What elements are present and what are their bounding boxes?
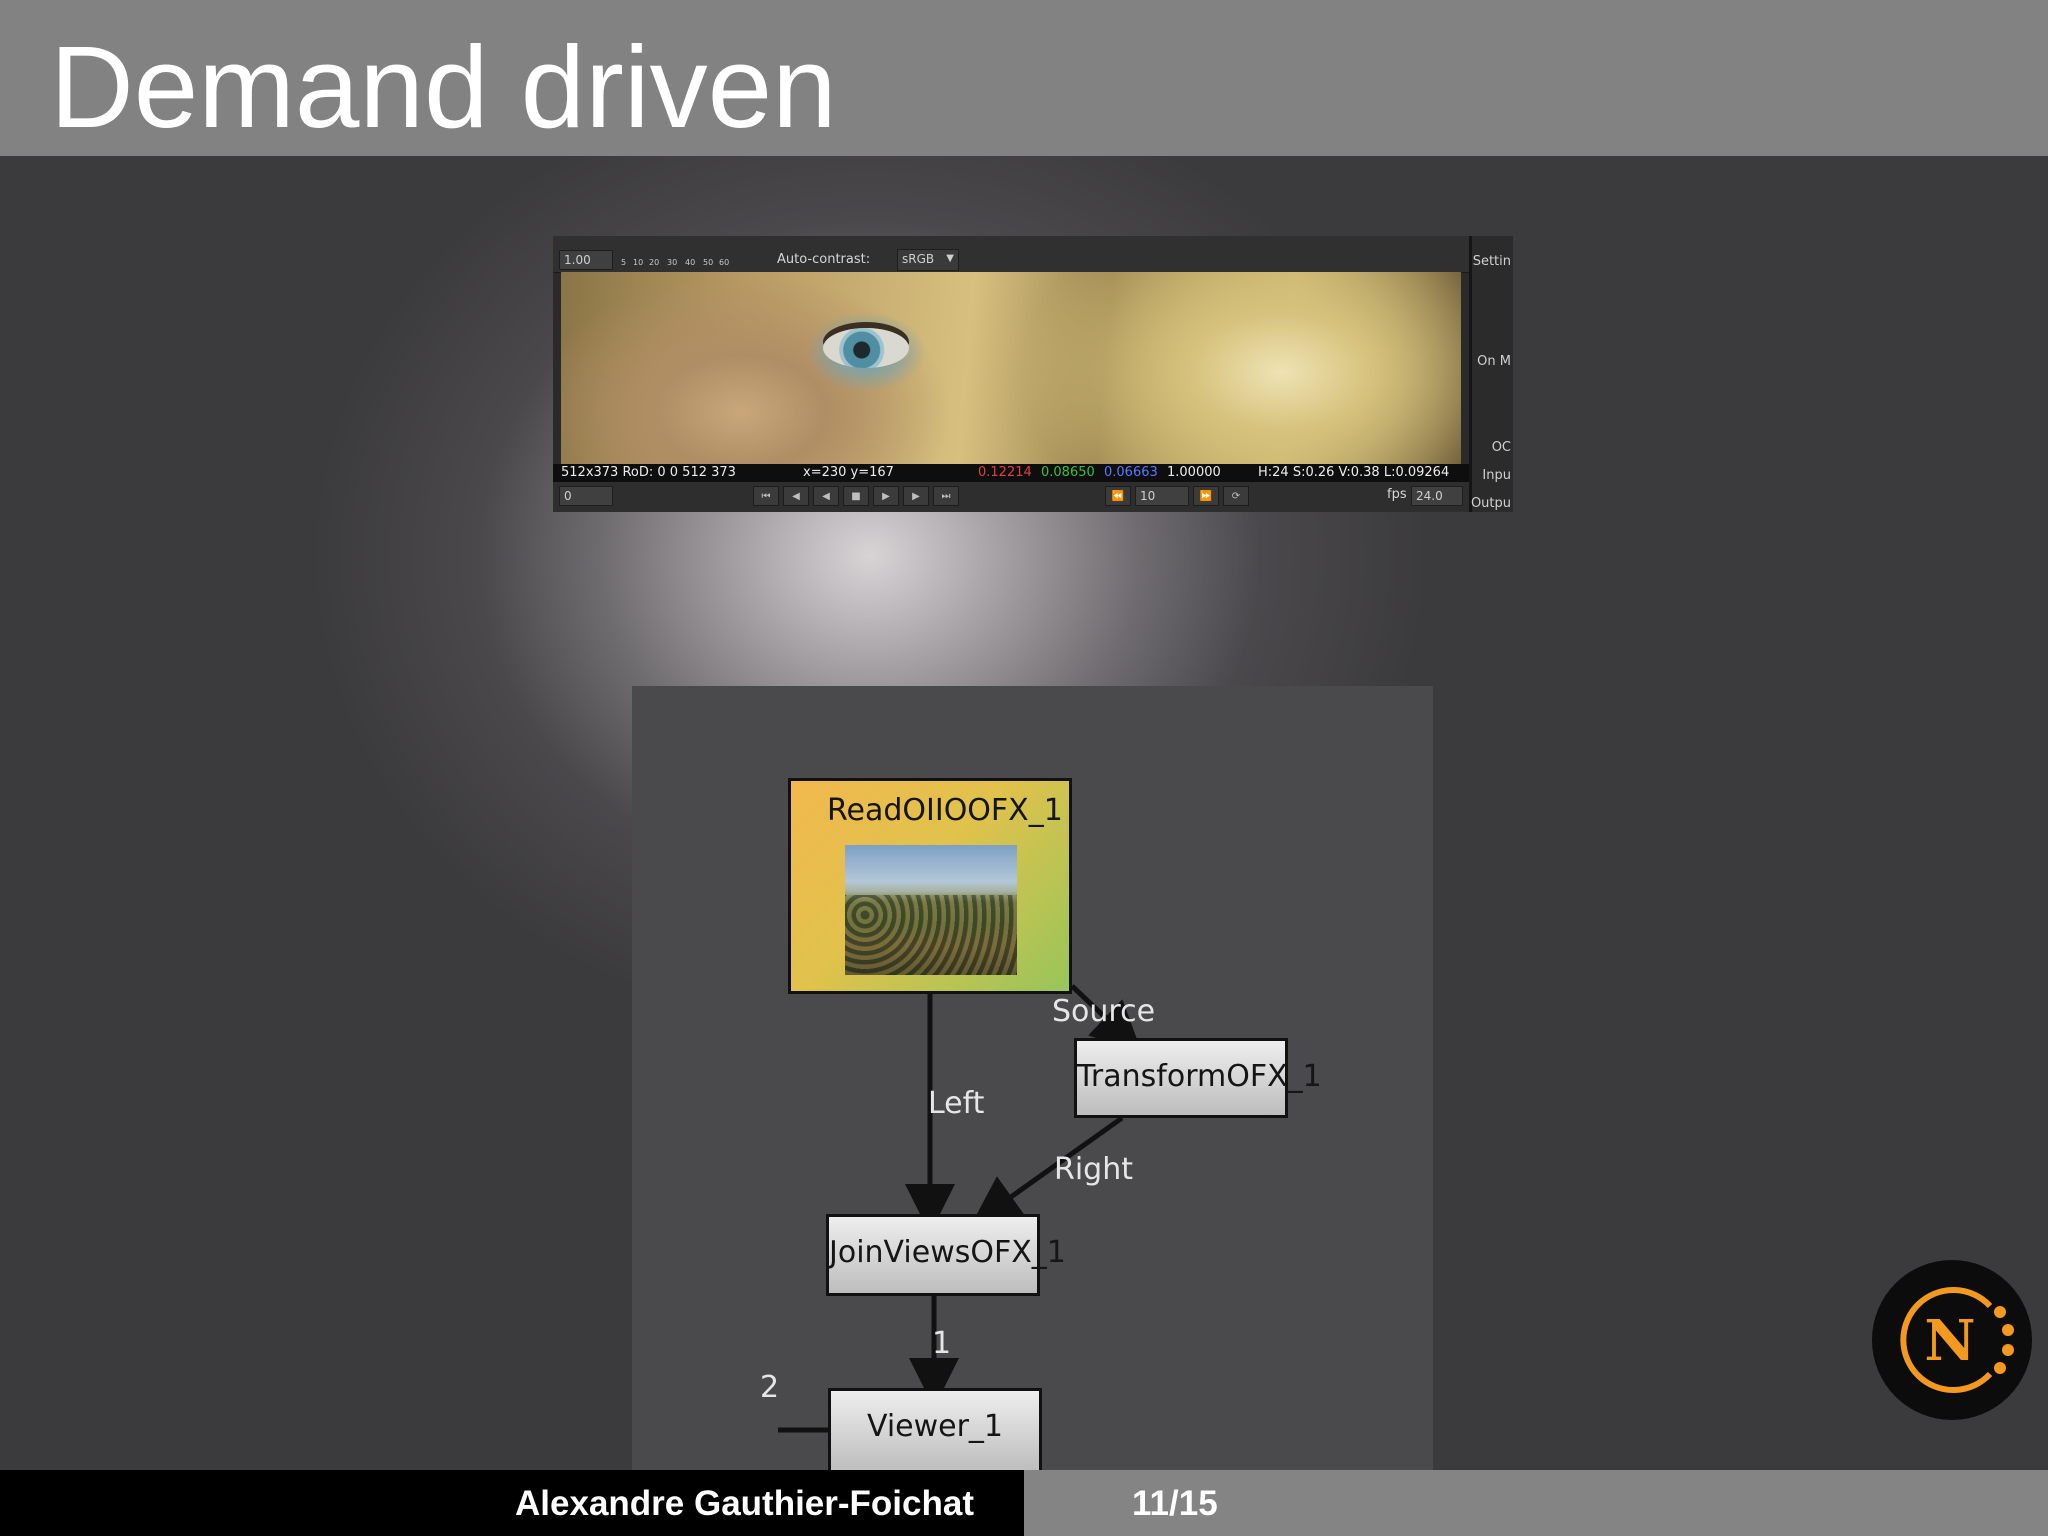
ruler-tick: 20 [649, 258, 660, 267]
edge-label-input2: 2 [760, 1370, 780, 1405]
resolution-text: 512x373 RoD: 0 0 512 373 [561, 465, 736, 480]
page-number: 11/15 [1132, 1484, 1218, 1523]
pixel-green: 0.08650 [1041, 465, 1095, 480]
edge-label-left: Left [928, 1086, 985, 1121]
title-bar: Demand driven [0, 0, 2048, 156]
pixel-hsv: H:24 S:0.26 V:0.38 L:0.09264 [1258, 465, 1450, 480]
playback-controls: 0 ⏮ ◀ ◀ ■ ▶ ▶ ⏭ ⏪ 10 ⏩ ⟳ fps 24.0 [553, 482, 1469, 512]
author-name: Alexandre Gauthier-Foichat [515, 1484, 974, 1523]
increment-field[interactable]: 10 [1135, 486, 1189, 506]
pixel-alpha: 1.00000 [1167, 465, 1221, 480]
play-forward-button[interactable]: ▶ [873, 486, 899, 506]
ruler-tick: 5 [621, 258, 627, 267]
ruler-tick: 40 [685, 258, 696, 267]
slide-title: Demand driven [50, 22, 837, 152]
viewer-node[interactable]: Viewer_1 [828, 1388, 1042, 1470]
edge-label-right: Right [1054, 1152, 1133, 1187]
side-label: OC [1491, 440, 1511, 455]
colorspace-value: sRGB [902, 252, 935, 266]
frame-field[interactable]: 0 [559, 486, 613, 506]
gain-field[interactable]: 1.00 [559, 250, 613, 270]
chevron-down-icon: ▼ [946, 253, 954, 264]
next-frame-button[interactable]: ▶ [903, 486, 929, 506]
logo-letter: N [1924, 1308, 1975, 1374]
colorspace-dropdown[interactable]: sRGB ▼ [897, 249, 959, 271]
pixel-blue: 0.06663 [1104, 465, 1158, 480]
ruler-tick: 30 [667, 258, 678, 267]
ruler-tick: 10 [633, 258, 644, 267]
stop-button[interactable]: ■ [843, 486, 869, 506]
side-label: Settin [1472, 254, 1511, 269]
last-frame-button[interactable]: ⏭ [933, 486, 959, 506]
footer-page-bar: 11/15 [1024, 1470, 2048, 1536]
logo-mark: N [1900, 1287, 2014, 1393]
viewer-toolbar: 1.00 5 10 20 30 40 50 60 Auto-contrast: … [553, 236, 1469, 273]
rewind-increment-button[interactable]: ⏪ [1105, 486, 1131, 506]
edge-label-input1: 1 [932, 1326, 952, 1361]
side-label: Outpu [1470, 496, 1511, 511]
viewer-panel: 1.00 5 10 20 30 40 50 60 Auto-contrast: … [553, 236, 1513, 512]
footer-author-bar: Alexandre Gauthier-Foichat [0, 1470, 1024, 1536]
properties-side-panel: Settin On M OC Inpu Outpu [1469, 236, 1513, 512]
fps-field[interactable]: 24.0 [1411, 486, 1463, 506]
cursor-coords: x=230 y=167 [803, 465, 894, 480]
play-backward-button[interactable]: ◀ [813, 486, 839, 506]
fps-label: fps [1387, 487, 1407, 502]
natron-logo: N [1872, 1260, 2032, 1420]
side-label: Inpu [1482, 468, 1511, 483]
pixel-red: 0.12214 [978, 465, 1032, 480]
read-node-label: ReadOIIOOFX_1 [827, 793, 1063, 828]
first-frame-button[interactable]: ⏮ [753, 486, 779, 506]
edge-label-source: Source [1052, 994, 1156, 1029]
transform-node[interactable]: TransformOFX_1 [1074, 1038, 1322, 1118]
ruler-tick: 60 [719, 258, 730, 267]
forward-increment-button[interactable]: ⏩ [1193, 486, 1219, 506]
joinviews-node[interactable]: JoinViewsOFX_1 [826, 1214, 1066, 1296]
node-graph[interactable]: ReadOIIOOFX_1 Source TransformOFX_1 Left… [632, 686, 1433, 1470]
loop-icon[interactable]: ⟳ [1223, 486, 1249, 506]
read-node-thumbnail [845, 845, 1017, 975]
side-label: On M [1477, 354, 1511, 369]
prev-frame-button[interactable]: ◀ [783, 486, 809, 506]
read-node[interactable]: ReadOIIOOFX_1 [788, 778, 1072, 994]
ruler-tick: 50 [703, 258, 714, 267]
auto-contrast-label[interactable]: Auto-contrast: [777, 251, 870, 269]
eye-detail [823, 328, 909, 368]
gain-ruler[interactable]: 5 10 20 30 40 50 60 [619, 256, 729, 270]
viewer-status-bar: 512x373 RoD: 0 0 512 373 x=230 y=167 0.1… [553, 464, 1469, 482]
